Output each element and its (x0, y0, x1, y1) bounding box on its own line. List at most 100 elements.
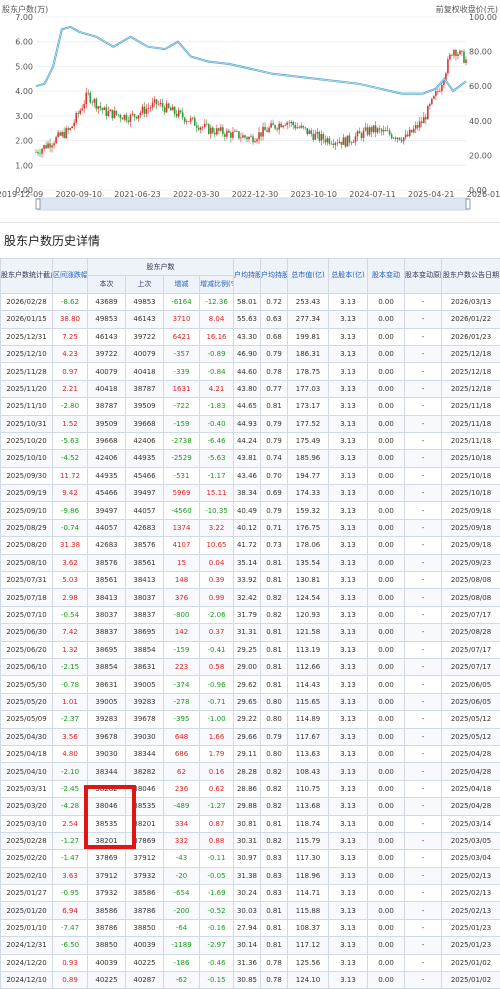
table-cell: 44057 (126, 502, 164, 519)
table-row[interactable]: 2025/06/201.323869538854-159-0.4129.250.… (1, 641, 500, 658)
table-row[interactable]: 2025/02/28-1.2738201378693320.8830.310.8… (1, 832, 500, 849)
table-cell: 175.49 (288, 432, 329, 449)
table-cell: 2025/05/30 (1, 676, 53, 693)
table-row[interactable]: 2024/12/100.894022540287-62-0.1530.850.7… (1, 972, 500, 989)
table-cell: 3.13 (329, 815, 368, 832)
range-handle-right[interactable] (466, 199, 470, 209)
table-cell: 3.13 (329, 502, 368, 519)
table-cell: 0.83 (261, 867, 288, 884)
table-cell: -4560 (164, 502, 200, 519)
table-row[interactable]: 2025/05/201.013900539283-278-0.7129.650.… (1, 693, 500, 710)
table-cell: 2025/12/31 (1, 328, 53, 345)
table-row[interactable]: 2025/06/307.4238837386951420.3731.310.81… (1, 624, 500, 641)
table-row[interactable]: 2024/12/31-6.503885040039-1189-2.9730.14… (1, 937, 500, 954)
table-row[interactable]: 2025/09/3011.724493545466-531-1.1743.460… (1, 467, 500, 484)
table-row[interactable]: 2024/12/200.934003940225-186-0.4631.360.… (1, 954, 500, 971)
table-row[interactable]: 2025/05/30-0.783863139005-374-0.9629.620… (1, 676, 500, 693)
table-row[interactable]: 2025/10/10-4.524240644935-2529-5.6343.81… (1, 450, 500, 467)
table-row[interactable]: 2025/09/10-9.863949744057-4560-10.3540.4… (1, 502, 500, 519)
holders-price-chart: 股东户数(万) 前复权收盘价(元) 7.006.005.004.003.002.… (0, 0, 500, 210)
table-row[interactable]: 2025/07/182.9838413380373760.9932.420.82… (1, 589, 500, 606)
range-handle-left[interactable] (36, 199, 40, 209)
col-change-pct[interactable]: 区间涨跌幅(%) (53, 259, 88, 294)
col-delta[interactable]: 增减 (164, 276, 200, 293)
table-row[interactable]: 2025/04/184.8039030383446861.7929.110.80… (1, 745, 500, 762)
candle-body (87, 93, 89, 94)
table-cell: -800 (164, 606, 200, 623)
table-row[interactable]: 2025/01/206.943858638786-200-0.5230.030.… (1, 902, 500, 919)
table-cell: 40287 (126, 972, 164, 989)
table-cell: 2025/09/18 (442, 519, 500, 536)
col-avg-value[interactable]: 户均持股市值(万) (234, 259, 261, 294)
table-row[interactable]: 2025/10/311.523950939668-159-0.4044.930.… (1, 415, 500, 432)
table-row[interactable]: 2025/03/31-2.4538282380462360.6228.860.8… (1, 780, 500, 797)
table-row[interactable]: 2025/10/20-5.633966842406-2738-6.4644.24… (1, 432, 500, 449)
table-cell: 39509 (88, 415, 126, 432)
table-row[interactable]: 2025/11/10-2.803878739509-722-1.8344.650… (1, 398, 500, 415)
table-row[interactable]: 2025/03/20-4.283804638535-489-1.2729.880… (1, 798, 500, 815)
table-cell: 0.16 (200, 763, 234, 780)
table-cell: 0.00 (368, 919, 405, 936)
table-cell: 3.13 (329, 606, 368, 623)
col-avg-shares[interactable]: 户均持股数量(万) (261, 259, 288, 294)
table-cell: 38.80 (53, 311, 88, 328)
candle-body (232, 132, 234, 138)
table-cell: 0.78 (261, 954, 288, 971)
table-cell: 43.30 (234, 328, 261, 345)
table-cell: 3.13 (329, 311, 368, 328)
col-share-change[interactable]: 股本变动 (368, 259, 405, 294)
table-row[interactable]: 2025/07/315.0338561384131480.3933.920.81… (1, 572, 500, 589)
table-cell: 2025/06/30 (1, 624, 53, 641)
table-cell: 277.34 (288, 311, 329, 328)
table-row[interactable]: 2025/01/10-7.473878638850-64-0.1627.940.… (1, 919, 500, 936)
table-cell: - (405, 589, 442, 606)
table-cell: 39030 (126, 728, 164, 745)
candle-body (302, 126, 304, 128)
table-cell: -5.63 (200, 450, 234, 467)
table-row[interactable]: 2025/08/29-0.74440574268313743.2240.120.… (1, 519, 500, 536)
table-row[interactable]: 2025/12/104.233972240079-357-0.8946.900.… (1, 345, 500, 362)
table-cell: 0.62 (200, 780, 234, 797)
table-cell: - (405, 972, 442, 989)
col-market-cap[interactable]: 总市值(亿) (288, 259, 329, 294)
table-row[interactable]: 2025/02/20-1.473786937912-43-0.1130.970.… (1, 850, 500, 867)
x-tick-label: 2019-12-09 (0, 190, 43, 199)
table-cell: 30.81 (234, 815, 261, 832)
table-cell: 7.42 (53, 624, 88, 641)
table-cell: -1.69 (200, 885, 234, 902)
table-cell: -0.96 (200, 676, 234, 693)
candle-body (371, 127, 373, 132)
table-cell: 38576 (126, 537, 164, 554)
table-row[interactable]: 2025/09/199.424546639497596915.1138.340.… (1, 485, 500, 502)
table-row[interactable]: 2026/02/28-8.624368949853-6164-12.3658.0… (1, 293, 500, 310)
candle-body (415, 125, 417, 129)
table-row[interactable]: 2025/01/27-0.953793238586-654-1.6930.240… (1, 885, 500, 902)
col-delta-pct[interactable]: 增减比例(%) (200, 276, 234, 293)
table-row[interactable]: 2025/05/09-2.373928339678-395-1.0029.220… (1, 711, 500, 728)
table-row[interactable]: 2025/08/103.623857638561150.0435.140.811… (1, 554, 500, 571)
table-row[interactable]: 2025/04/303.5639678390306481.6629.660.79… (1, 728, 500, 745)
candle-body (435, 91, 437, 96)
table-row[interactable]: 2025/03/102.5438535382013340.8730.810.81… (1, 815, 500, 832)
candle-body (393, 138, 395, 139)
table-cell: - (405, 728, 442, 745)
table-row[interactable]: 2025/11/280.974007940418-339-0.8444.600.… (1, 363, 500, 380)
table-row[interactable]: 2025/07/10-0.543803738837-800-2.0631.790… (1, 606, 500, 623)
candle-body (343, 137, 345, 144)
table-row[interactable]: 2025/06/10-2.1538854386312230.5829.000.8… (1, 658, 500, 675)
range-selection[interactable] (38, 198, 468, 210)
table-row[interactable]: 2025/04/10-2.103834438282620.1628.280.82… (1, 763, 500, 780)
table-row[interactable]: 2025/12/317.254614339722642116.1643.300.… (1, 328, 500, 345)
chart-canvas: 股东户数(万) 前复权收盘价(元) 7.006.005.004.003.002.… (0, 0, 500, 215)
table-cell: 0.81 (261, 902, 288, 919)
table-row[interactable]: 2025/02/103.633791237932-20-0.0531.380.8… (1, 867, 500, 884)
table-cell: 44935 (126, 450, 164, 467)
table-cell: 0.00 (368, 589, 405, 606)
candle-body (144, 107, 146, 114)
table-cell: 1.79 (200, 745, 234, 762)
table-row[interactable]: 2025/08/2031.384268338576410710.6541.720… (1, 537, 500, 554)
col-total-shares[interactable]: 总股本(亿) (329, 259, 368, 294)
table-row[interactable]: 2026/01/1538.80498534614337108.0455.630.… (1, 311, 500, 328)
candle-body (108, 111, 110, 116)
table-row[interactable]: 2025/11/202.21404183878716314.2143.800.7… (1, 380, 500, 397)
